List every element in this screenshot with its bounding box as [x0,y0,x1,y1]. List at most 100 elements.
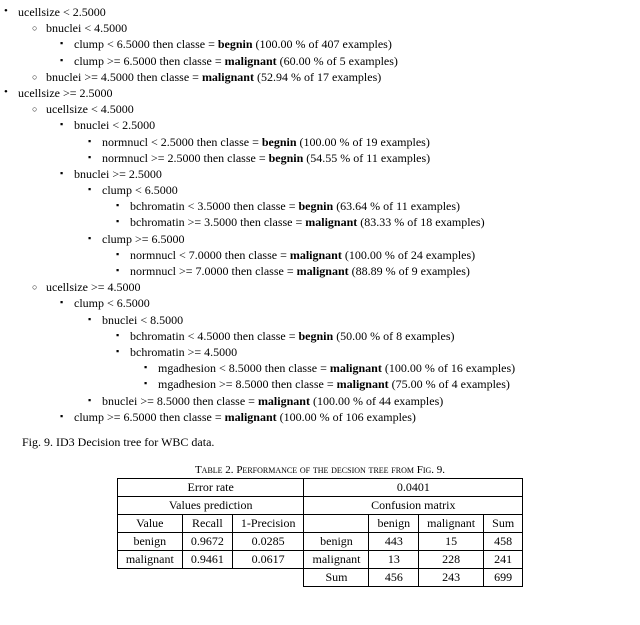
node-text: bnuclei < 2.5000 [74,118,155,132]
leaf-pre: mgadhesion < 8.5000 then classe = [158,361,330,375]
tree-node: ucellsize >= 4.5000 clump < 6.5000 bnucl… [46,279,632,425]
header-value: Value [117,514,182,532]
tree-leaf: normnucl < 7.0000 then classe = malignan… [130,247,632,263]
cell-benign-recall: 0.9672 [182,532,232,550]
node-text: clump >= 6.5000 [102,232,185,246]
tree-leaf: normnucl < 2.5000 then classe = begnin (… [102,134,632,150]
header-malignant: malignant [419,514,484,532]
node-text: ucellsize < 2.5000 [18,5,106,19]
tree-leaf: mgadhesion >= 8.5000 then classe = malig… [158,376,632,392]
leaf-post: (75.00 % of 4 examples) [389,377,510,391]
leaf-pre: clump >= 6.5000 then classe = [74,410,225,424]
cm-sum-total: 699 [484,568,523,586]
leaf-class: begnin [299,329,334,343]
values-prediction-label: Values prediction [117,496,304,514]
tree-node: bnuclei < 8.5000 bchromatin < 4.5000 the… [102,312,632,393]
row-benign: benign [117,532,182,550]
cm-malignant-benign: 13 [369,550,419,568]
leaf-post: (52.94 % of 17 examples) [254,70,381,84]
leaf-pre: clump < 6.5000 then classe = [74,37,218,51]
tree-leaf: bnuclei >= 4.5000 then classe = malignan… [46,69,632,85]
tree-node: clump < 6.5000 bnuclei < 8.5000 bchromat… [74,295,632,408]
tree-node: ucellsize < 4.5000 bnuclei < 2.5000 norm… [46,101,632,279]
leaf-class: begnin [218,37,253,51]
cm-malignant-malignant: 228 [419,550,484,568]
tree-leaf: bchromatin >= 3.5000 then classe = malig… [130,214,632,230]
cm-benign-benign: 443 [369,532,419,550]
leaf-class: malignant [225,54,277,68]
table-row: Sum 456 243 699 [117,568,522,586]
leaf-post: (100.00 % of 24 examples) [342,248,475,262]
leaf-post: (100.00 % of 106 examples) [277,410,416,424]
error-rate-value: 0.0401 [304,478,523,496]
cell-malignant-recall: 0.9461 [182,550,232,568]
leaf-pre: normnucl >= 7.0000 then classe = [130,264,297,278]
leaf-class: malignant [330,361,382,375]
node-text: bnuclei < 8.5000 [102,313,183,327]
cm-malignant-sum: 241 [484,550,523,568]
leaf-class: malignant [258,394,310,408]
leaf-post: (63.64 % of 11 examples) [333,199,460,213]
leaf-post: (100.00 % of 19 examples) [297,135,430,149]
table-title-text: Performance of the decsion tree from Fig… [236,464,445,476]
table-title: Table 2. Performance of the decsion tree… [8,464,632,476]
node-text: ucellsize < 4.5000 [46,102,134,116]
leaf-class: malignant [337,377,389,391]
leaf-class: malignant [225,410,277,424]
header-benign: benign [369,514,419,532]
table-row: Value Recall 1-Precision benign malignan… [117,514,522,532]
leaf-class: begnin [299,199,334,213]
tree-node: clump >= 6.5000 normnucl < 7.0000 then c… [102,231,632,280]
leaf-pre: normnucl < 7.0000 then classe = [130,248,290,262]
leaf-pre: bchromatin < 3.5000 then classe = [130,199,299,213]
leaf-class: malignant [297,264,349,278]
leaf-post: (100.00 % of 44 examples) [310,394,443,408]
cell-benign-1prec: 0.0285 [232,532,304,550]
leaf-pre: clump >= 6.5000 then classe = [74,54,225,68]
tree-node: ucellsize >= 2.5000 ucellsize < 4.5000 b… [18,85,632,425]
row-malignant: malignant [117,550,182,568]
header-1precision: 1-Precision [232,514,304,532]
leaf-pre: bchromatin >= 3.5000 then classe = [130,215,305,229]
leaf-post: (54.55 % of 11 examples) [303,151,430,165]
leaf-class: malignant [202,70,254,84]
cm-sum-label: Sum [304,568,369,586]
node-text: bchromatin >= 4.5000 [130,345,237,359]
cm-sum-malignant: 243 [419,568,484,586]
leaf-class: malignant [305,215,357,229]
tree-leaf: normnucl >= 7.0000 then classe = maligna… [130,263,632,279]
tree-leaf: bchromatin < 4.5000 then classe = begnin… [130,328,632,344]
empty-cell [117,568,304,586]
figure-caption: Fig. 9. ID3 Decision tree for WBC data. [22,435,632,450]
confusion-matrix-label: Confusion matrix [304,496,523,514]
cm-benign-sum: 458 [484,532,523,550]
leaf-post: (60.00 % of 5 examples) [277,54,398,68]
cm-benign-malignant: 15 [419,532,484,550]
decision-tree: ucellsize < 2.5000 bnuclei < 4.5000 clum… [8,4,632,425]
cell-malignant-1prec: 0.0617 [232,550,304,568]
tree-node: clump < 6.5000 bchromatin < 3.5000 then … [102,182,632,231]
table-title-pre: Table 2. [195,464,236,476]
leaf-post: (83.33 % of 18 examples) [357,215,484,229]
leaf-class: begnin [262,135,297,149]
node-text: ucellsize >= 4.5000 [46,280,141,294]
tree-node: bnuclei < 2.5000 normnucl < 2.5000 then … [74,117,632,166]
tree-leaf: clump >= 6.5000 then classe = malignant … [74,53,632,69]
tree-leaf: mgadhesion < 8.5000 then classe = malign… [158,360,632,376]
table-row: malignant 0.9461 0.0617 malignant 13 228… [117,550,522,568]
node-text: bnuclei < 4.5000 [46,21,127,35]
leaf-pre: mgadhesion >= 8.5000 then classe = [158,377,337,391]
leaf-post: (50.00 % of 8 examples) [333,329,454,343]
table-row: benign 0.9672 0.0285 benign 443 15 458 [117,532,522,550]
tree-node: bnuclei < 4.5000 clump < 6.5000 then cla… [46,20,632,69]
node-text: bnuclei >= 2.5000 [74,167,162,181]
cm-sum-benign: 456 [369,568,419,586]
leaf-pre: normnucl >= 2.5000 then classe = [102,151,269,165]
cm-row-malignant: malignant [304,550,369,568]
node-text: clump < 6.5000 [102,183,178,197]
tree-leaf: bnuclei >= 8.5000 then classe = malignan… [102,393,632,409]
table-row: Values prediction Confusion matrix [117,496,522,514]
tree-node: ucellsize < 2.5000 bnuclei < 4.5000 clum… [18,4,632,85]
tree-node: bnuclei >= 2.5000 clump < 6.5000 bchroma… [74,166,632,279]
leaf-class: begnin [269,151,304,165]
